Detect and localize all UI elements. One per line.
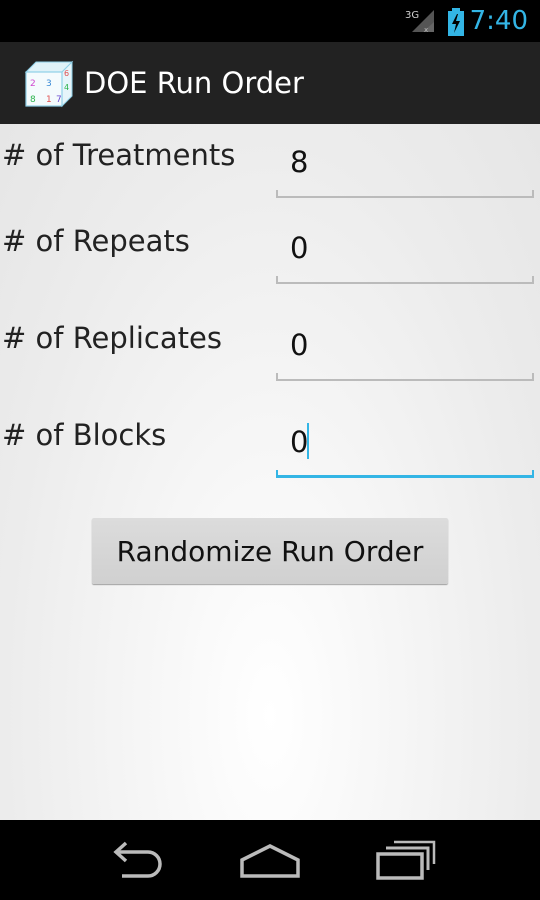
repeats-row: # of Repeats bbox=[0, 216, 540, 296]
text-cursor bbox=[307, 423, 309, 459]
status-bar: 3G x 7:40 bbox=[0, 0, 540, 42]
treatments-underline bbox=[276, 190, 534, 198]
action-bar: 2 3 8 1 7 6 4 DOE Run Order bbox=[0, 42, 540, 126]
svg-text:1: 1 bbox=[46, 95, 52, 105]
replicates-underline bbox=[276, 373, 534, 381]
network-type-label: 3G bbox=[405, 10, 419, 21]
svg-text:x: x bbox=[424, 26, 428, 34]
repeats-input[interactable] bbox=[276, 216, 534, 280]
blocks-underline bbox=[276, 470, 534, 478]
replicates-row: # of Replicates bbox=[0, 313, 540, 393]
blocks-row: # of Blocks bbox=[0, 410, 540, 490]
main-content: # of Treatments # of Repeats # of Replic… bbox=[0, 124, 540, 820]
doe-cube-icon[interactable]: 2 3 8 1 7 6 4 bbox=[22, 56, 76, 110]
recent-apps-icon[interactable] bbox=[374, 838, 438, 882]
repeats-label: # of Repeats bbox=[2, 224, 190, 258]
svg-text:8: 8 bbox=[30, 95, 36, 105]
blocks-input[interactable] bbox=[276, 410, 534, 474]
home-icon[interactable] bbox=[238, 838, 302, 882]
repeats-underline bbox=[276, 276, 534, 284]
svg-text:2: 2 bbox=[30, 79, 36, 89]
treatments-row: # of Treatments bbox=[0, 130, 540, 210]
status-time: 7:40 bbox=[469, 6, 528, 36]
treatments-label: # of Treatments bbox=[2, 138, 236, 172]
randomize-run-order-button[interactable]: Randomize Run Order bbox=[92, 518, 448, 584]
svg-text:7: 7 bbox=[56, 95, 62, 105]
treatments-input[interactable] bbox=[276, 130, 534, 194]
svg-text:6: 6 bbox=[64, 69, 69, 78]
blocks-label: # of Blocks bbox=[2, 418, 167, 452]
app-title: DOE Run Order bbox=[84, 66, 304, 100]
battery-charging-icon bbox=[448, 8, 464, 36]
svg-text:3: 3 bbox=[46, 79, 52, 89]
replicates-label: # of Replicates bbox=[2, 321, 222, 355]
svg-text:4: 4 bbox=[64, 83, 69, 92]
replicates-input[interactable] bbox=[276, 313, 534, 377]
network-signal-icon: 3G x bbox=[405, 10, 434, 34]
navigation-bar bbox=[0, 820, 540, 900]
back-icon[interactable] bbox=[104, 838, 168, 882]
